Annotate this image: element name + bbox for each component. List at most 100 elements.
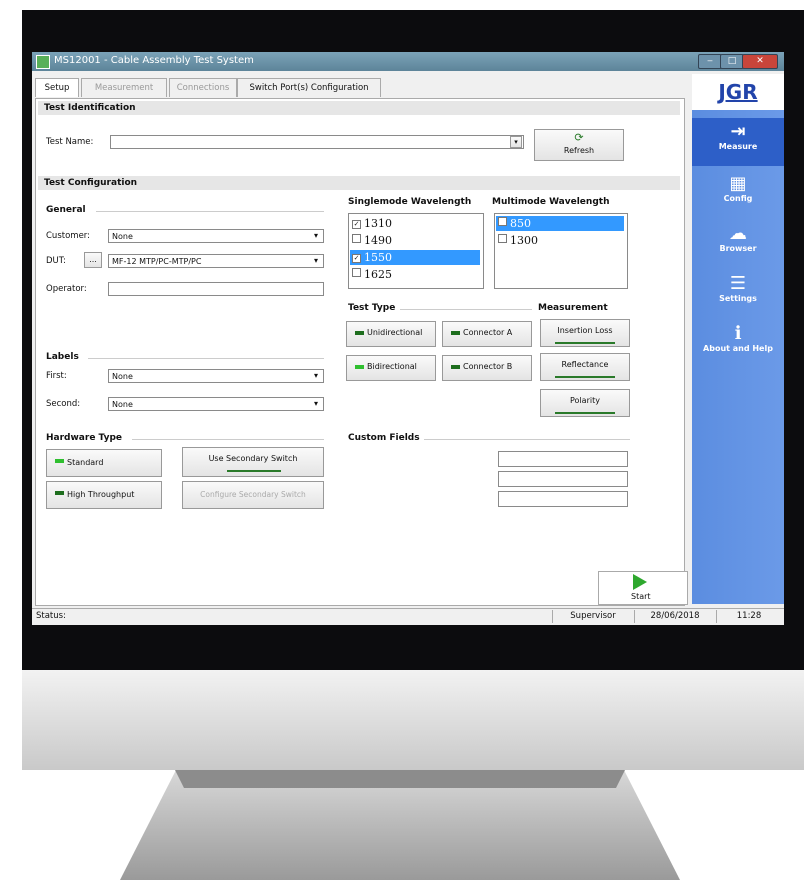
configure-secondary-switch-button[interactable]: Configure Secondary Switch <box>182 481 324 509</box>
unidirectional-button[interactable]: Unidirectional <box>346 321 436 347</box>
nav-measure-label: Measure <box>718 142 758 151</box>
singlemode-item[interactable]: 1490 <box>350 233 480 248</box>
refresh-icon: ⟳ <box>574 131 584 144</box>
jgr-logo: JGR <box>692 74 784 110</box>
unidirectional-label: Unidirectional <box>367 328 423 337</box>
minimize-icon[interactable]: ‒ <box>698 54 722 69</box>
standard-button[interactable]: Standard <box>46 449 162 477</box>
led-indicator-icon <box>55 491 64 495</box>
app-window: MS12001 - Cable Assembly Test System ‒ □… <box>32 52 784 625</box>
maximize-icon[interactable]: □ <box>720 54 744 69</box>
checkbox-icon <box>352 268 361 277</box>
polarity-button[interactable]: Polarity <box>540 389 630 417</box>
window-controls: ‒ □ ✕ <box>698 54 778 69</box>
start-button[interactable]: Start <box>598 571 688 605</box>
active-indicator <box>227 470 281 472</box>
insertion-loss-label: Insertion Loss <box>557 326 613 335</box>
tab-measurement[interactable]: Measurement <box>81 78 167 97</box>
play-icon <box>633 574 647 590</box>
singlemode-item-label: 1310 <box>364 217 392 230</box>
reflectance-button[interactable]: Reflectance <box>540 353 630 381</box>
chevron-down-icon: ▾ <box>313 231 318 240</box>
first-label: First: <box>46 371 67 381</box>
singlemode-item-label: 1550 <box>364 251 392 264</box>
first-label-dropdown[interactable]: None ▾ <box>108 369 324 383</box>
multimode-item[interactable]: 1300 <box>496 233 624 248</box>
chevron-down-icon: ▾ <box>313 371 318 380</box>
operator-field[interactable] <box>108 282 324 296</box>
nav-config-label: Config <box>723 194 753 203</box>
measure-icon: ⇥ <box>730 121 746 142</box>
divider <box>400 309 532 310</box>
tab-switch-port-configuration[interactable]: Switch Port(s) Configuration <box>237 78 381 97</box>
nav-settings-label: Settings <box>719 294 757 303</box>
app-icon <box>36 55 50 69</box>
status-label: Status: <box>36 611 66 621</box>
multimode-item[interactable]: 850 <box>496 216 624 231</box>
hardware-type-group-header: Hardware Type <box>46 433 123 443</box>
singlemode-item-label: 1625 <box>364 268 392 281</box>
singlemode-item[interactable]: ✓ 1310 <box>350 216 480 231</box>
test-name-combo[interactable] <box>110 135 524 149</box>
chevron-down-icon[interactable]: ▾ <box>510 136 522 148</box>
test-type-header: Test Type <box>348 303 396 313</box>
led-indicator-icon <box>355 331 364 335</box>
connector-a-button[interactable]: Connector A <box>442 321 532 347</box>
custom-fields-header: Custom Fields <box>348 433 420 443</box>
led-indicator-icon <box>451 365 460 369</box>
tab-setup[interactable]: Setup <box>35 78 79 97</box>
general-group-header: General <box>46 205 86 215</box>
status-time: 11:28 <box>716 610 781 623</box>
insertion-loss-button[interactable]: Insertion Loss <box>540 319 630 347</box>
high-throughput-button[interactable]: High Throughput <box>46 481 162 509</box>
monitor-chin <box>22 670 804 770</box>
standard-label: Standard <box>67 458 104 467</box>
custom-field-2[interactable] <box>498 471 628 487</box>
section-test-configuration: Test Configuration <box>38 176 680 190</box>
checkbox-icon <box>498 234 507 243</box>
custom-field-1[interactable] <box>498 451 628 467</box>
custom-field-3[interactable] <box>498 491 628 507</box>
active-indicator <box>555 342 615 344</box>
status-user: Supervisor <box>552 610 633 623</box>
second-label-dropdown[interactable]: None ▾ <box>108 397 324 411</box>
chevron-down-icon: ▾ <box>313 399 318 408</box>
multimode-header: Multimode Wavelength <box>492 197 610 207</box>
settings-icon: ☰ <box>729 273 747 294</box>
setup-panel: Test Identification Test Name: ▾ ⟳ Refre… <box>35 98 685 606</box>
checkbox-icon <box>498 217 507 226</box>
polarity-label: Polarity <box>570 396 600 405</box>
active-indicator <box>555 376 615 378</box>
customer-value: None <box>112 232 133 241</box>
active-indicator <box>555 412 615 414</box>
nav-browser[interactable]: ☁ Browser <box>692 220 784 268</box>
singlemode-list[interactable]: ✓ 1310 1490 ✓ 1550 1625 <box>348 213 484 289</box>
close-icon[interactable]: ✕ <box>742 54 778 69</box>
dut-dropdown[interactable]: MF-12 MTP/PC-MTP/PC ▾ <box>108 254 324 268</box>
nav-settings[interactable]: ☰ Settings <box>692 270 784 318</box>
use-secondary-switch-button[interactable]: Use Secondary Switch <box>182 447 324 477</box>
singlemode-item[interactable]: ✓ 1550 <box>350 250 480 265</box>
dut-label: DUT: <box>46 256 66 266</box>
divider <box>132 439 324 440</box>
bidirectional-label: Bidirectional <box>367 362 417 371</box>
status-bar: Status: Supervisor 28/06/2018 11:28 <box>32 608 784 625</box>
led-indicator-icon <box>451 331 460 335</box>
bidirectional-button[interactable]: Bidirectional <box>346 355 436 381</box>
dut-browse-button[interactable]: ... <box>84 252 102 268</box>
info-icon: ℹ <box>734 323 742 344</box>
multimode-list[interactable]: 850 1300 <box>494 213 628 289</box>
connector-b-button[interactable]: Connector B <box>442 355 532 381</box>
use-secondary-switch-label: Use Secondary Switch <box>208 454 298 463</box>
divider <box>96 211 324 212</box>
nav-about-and-help[interactable]: ℹ About and Help <box>692 320 784 368</box>
singlemode-item[interactable]: 1625 <box>350 267 480 282</box>
customer-dropdown[interactable]: None ▾ <box>108 229 324 243</box>
start-label: Start <box>631 592 651 601</box>
tab-connections[interactable]: Connections <box>169 78 237 97</box>
checkbox-checked-icon: ✓ <box>352 254 361 263</box>
high-throughput-label: High Throughput <box>67 490 135 499</box>
refresh-button[interactable]: ⟳ Refresh <box>534 129 624 161</box>
nav-measure[interactable]: ⇥ Measure <box>692 118 784 166</box>
nav-config[interactable]: ▦ Config <box>692 170 784 218</box>
